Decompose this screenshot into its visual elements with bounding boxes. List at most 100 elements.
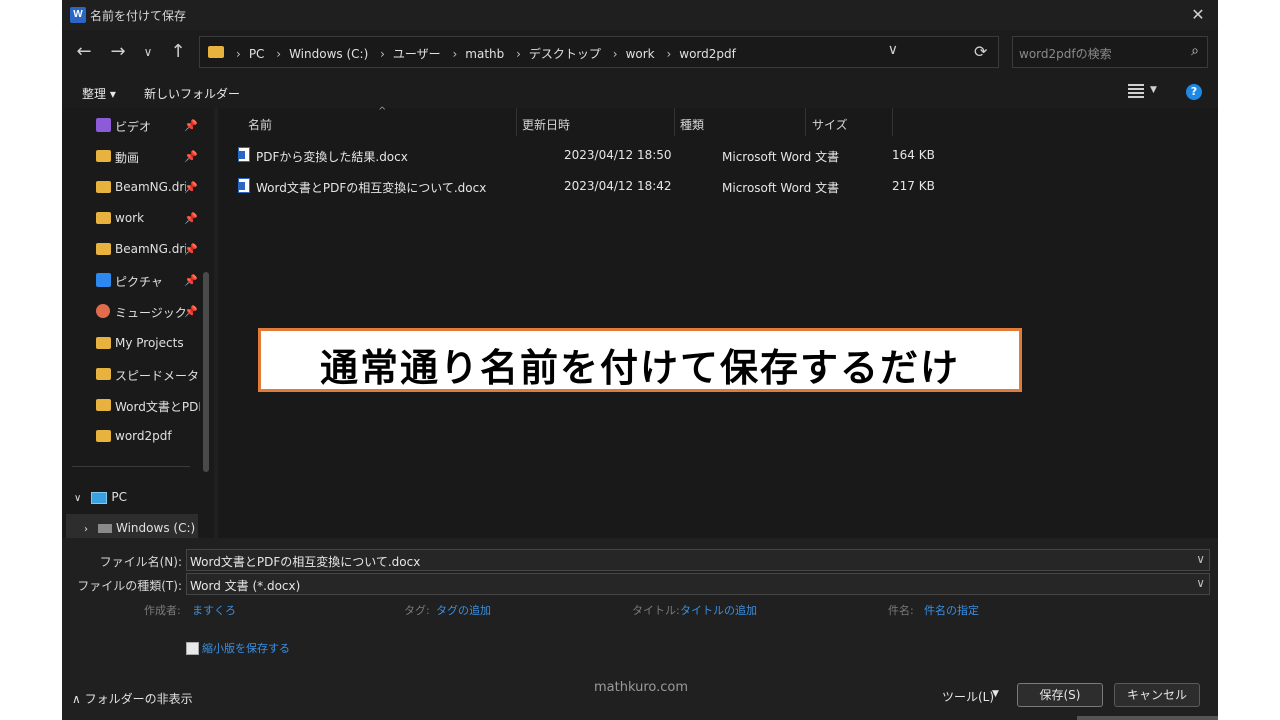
forward-arrow-icon[interactable]: →: [106, 40, 130, 64]
tools-menu-button[interactable]: ツール(L): [942, 688, 994, 705]
author-label: 作成者:: [144, 604, 181, 617]
recent-locations-chevron-icon[interactable]: ∨: [136, 40, 160, 64]
folder-icon: [96, 337, 111, 349]
tags-value[interactable]: タグの追加: [436, 602, 491, 618]
up-arrow-icon[interactable]: ↑: [166, 40, 190, 64]
file-date: 2023/04/12 18:42: [564, 179, 672, 193]
author-value[interactable]: ますくろ: [192, 602, 236, 618]
pc-icon: [91, 491, 108, 504]
pin-icon[interactable]: 📌: [184, 243, 198, 256]
filetype-label: ファイルの種類(T):: [77, 579, 182, 593]
file-row[interactable]: PDFから変換した結果.docx 2023/04/12 18:50 Micros…: [238, 144, 978, 168]
watermark-text: mathkuro.com: [594, 680, 689, 695]
column-header-type[interactable]: 種類: [680, 116, 704, 133]
filename-field[interactable]: Word文書とPDFの相互変換について.docx ∨: [186, 549, 1210, 571]
pin-icon[interactable]: 📌: [184, 119, 198, 132]
column-divider[interactable]: [892, 108, 893, 136]
help-icon[interactable]: ?: [1186, 84, 1202, 100]
column-header-date[interactable]: 更新日時: [522, 116, 570, 133]
search-input[interactable]: word2pdfの検索 ⌕: [1012, 36, 1208, 68]
column-divider[interactable]: [516, 108, 517, 136]
save-thumbnail-label[interactable]: 縮小版を保存する: [202, 640, 290, 656]
organize-menu-button[interactable]: 整理 ▾: [82, 85, 116, 102]
subject-value[interactable]: 件名の指定: [924, 602, 979, 618]
chevron-down-icon[interactable]: ∨: [74, 493, 81, 504]
save-button[interactable]: 保存(S): [1017, 683, 1103, 707]
filetype-select[interactable]: Word 文書 (*.docx) ∨: [186, 573, 1210, 595]
filename-value: Word文書とPDFの相互変換について.docx: [190, 555, 421, 569]
search-icon[interactable]: ⌕: [1191, 43, 1199, 59]
chevron-up-icon: ∧: [72, 692, 85, 706]
folder-icon: [96, 212, 111, 224]
breadcrumb: › PC › Windows (C:) › ユーザー › mathb › デスクトップ ›…: [236, 47, 736, 61]
new-folder-button[interactable]: 新しいフォルダー: [144, 85, 240, 102]
pin-icon[interactable]: 📌: [184, 150, 198, 163]
column-header-size[interactable]: サイズ: [812, 116, 848, 133]
pin-icon[interactable]: 📌: [184, 212, 198, 225]
back-arrow-icon[interactable]: ←: [72, 40, 96, 64]
file-name: PDFから変換した結果.docx: [256, 150, 408, 164]
save-thumbnail-checkbox[interactable]: [186, 642, 199, 655]
tags-label: タグ:: [404, 604, 430, 617]
column-divider[interactable]: [674, 108, 675, 136]
chevron-down-icon[interactable]: ∨: [1196, 576, 1205, 590]
filename-label: ファイル名(N):: [99, 555, 182, 569]
close-icon[interactable]: ✕: [1186, 4, 1210, 26]
column-header-name[interactable]: 名前: [248, 116, 272, 133]
tree-item-drive-c[interactable]: › Windows (C:): [84, 521, 195, 535]
file-date: 2023/04/12 18:50: [564, 148, 672, 162]
sidebar-item-word-pdf[interactable]: Word文書とPDFの: [96, 395, 200, 417]
annotation-text: 通常通り名前を付けて保存するだけ: [319, 346, 960, 390]
folder-icon: [96, 181, 111, 193]
pin-icon[interactable]: 📌: [184, 181, 198, 194]
breadcrumb-item[interactable]: PC: [249, 47, 265, 61]
file-name: Word文書とPDFの相互変換について.docx: [256, 181, 487, 195]
word-document-icon: [238, 147, 250, 162]
sidebar-item-work[interactable]: work: [96, 208, 226, 230]
breadcrumb-item[interactable]: word2pdf: [679, 47, 736, 61]
sidebar-scrollbar[interactable]: [203, 272, 209, 472]
pin-icon[interactable]: 📌: [184, 305, 198, 318]
resize-grip[interactable]: [1077, 716, 1218, 720]
chevron-down-icon[interactable]: ∨: [1196, 552, 1205, 566]
file-type: Microsoft Word 文書: [722, 150, 840, 164]
save-options-panel: ファイル名(N): Word文書とPDFの相互変換について.docx ∨ ファイ…: [62, 538, 1218, 720]
column-divider[interactable]: [805, 108, 806, 136]
filetype-value: Word 文書 (*.docx): [190, 579, 301, 593]
breadcrumb-item[interactable]: mathb: [465, 47, 504, 61]
chevron-right-icon[interactable]: ›: [84, 524, 88, 535]
file-type: Microsoft Word 文書: [722, 181, 840, 195]
hide-folders-button[interactable]: ∧ フォルダーの非表示: [72, 690, 193, 707]
tools-caret-icon[interactable]: ▼: [992, 689, 999, 699]
refresh-icon[interactable]: ⟳: [974, 42, 987, 61]
address-dropdown-chevron-icon[interactable]: ∨: [888, 42, 898, 58]
breadcrumb-item[interactable]: デスクトップ: [529, 47, 601, 61]
view-caret-icon[interactable]: ▼: [1150, 85, 1157, 95]
breadcrumb-item[interactable]: work: [626, 47, 655, 61]
sidebar-item-speedometer[interactable]: スピードメータをキロ: [96, 364, 200, 386]
breadcrumb-item[interactable]: ユーザー: [393, 47, 441, 61]
view-options-icon[interactable]: [1128, 84, 1144, 98]
subject-label: 件名:: [888, 604, 914, 617]
sidebar-item-beamng-1[interactable]: BeamNG.drive: [96, 177, 186, 199]
address-bar[interactable]: › PC › Windows (C:) › ユーザー › mathb › デスクトップ ›…: [199, 36, 999, 68]
title-label: タイトル:: [632, 604, 680, 617]
video-icon: [96, 118, 111, 132]
folder-icon: [96, 243, 111, 255]
file-row[interactable]: Word文書とPDFの相互変換について.docx 2023/04/12 18:4…: [238, 175, 978, 199]
sidebar-item-videos[interactable]: ビデオ: [96, 115, 226, 137]
sidebar-item-beamng-2[interactable]: BeamNG.drive: [96, 239, 186, 261]
word-app-icon: W: [70, 7, 86, 23]
tree-item-pc[interactable]: ∨ PC: [74, 490, 127, 504]
pin-icon[interactable]: 📌: [184, 274, 198, 287]
title-value[interactable]: タイトルの追加: [680, 602, 757, 618]
annotation-callout: 通常通り名前を付けて保存するだけ: [258, 328, 1022, 392]
navigation-bar: ← → ∨ ↑ › PC › Windows (C:) › ユーザー › mathb ›…: [62, 30, 1218, 76]
cancel-button[interactable]: キャンセル: [1114, 683, 1200, 707]
navigation-pane: ビデオ 動画 BeamNG.drive work BeamNG.drive ピク…: [62, 108, 214, 538]
breadcrumb-item[interactable]: Windows (C:): [289, 47, 368, 61]
music-icon: [96, 304, 110, 318]
sidebar-divider: [72, 466, 190, 467]
search-placeholder: word2pdfの検索: [1019, 47, 1112, 61]
sidebar-item-douga[interactable]: 動画: [96, 146, 226, 168]
